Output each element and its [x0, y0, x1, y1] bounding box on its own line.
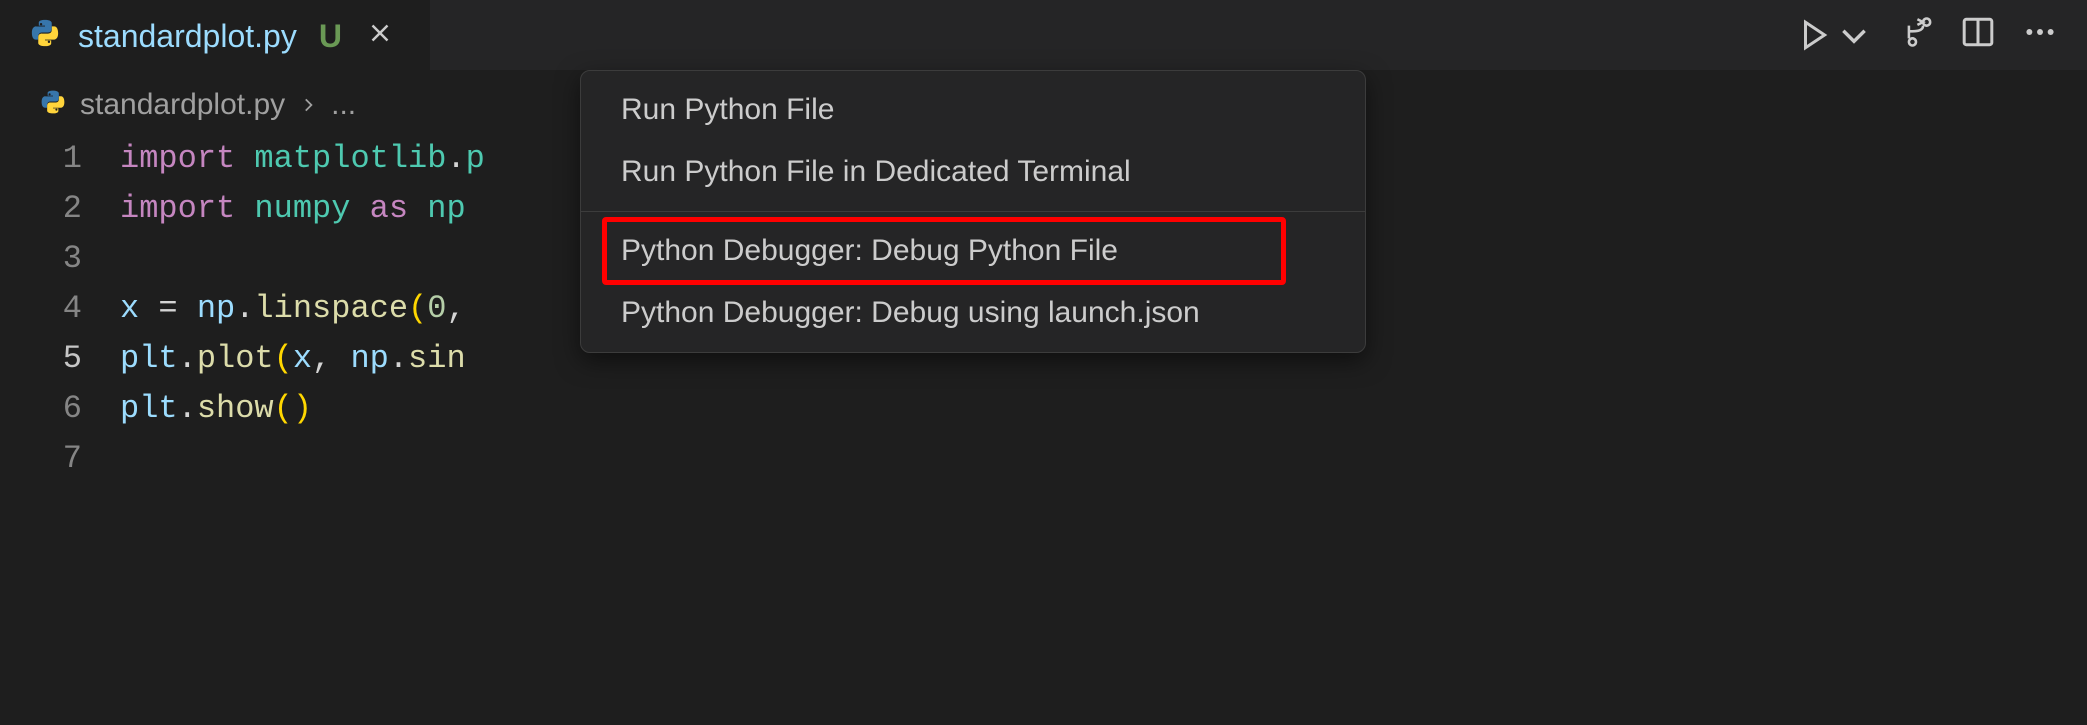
breadcrumb-symbol: ...: [331, 88, 356, 122]
line-number: 3: [0, 234, 82, 284]
play-icon: [1797, 18, 1831, 52]
line-number: 2: [0, 184, 82, 234]
run-button-group[interactable]: [1797, 18, 1871, 52]
tab-filename: standardplot.py: [78, 18, 297, 55]
menu-item[interactable]: Run Python File in Dedicated Terminal: [581, 141, 1365, 203]
python-file-icon: [40, 89, 66, 122]
run-dropdown-menu: Run Python FileRun Python File in Dedica…: [580, 70, 1366, 353]
breadcrumb-filename: standardplot.py: [80, 88, 285, 122]
more-actions-icon[interactable]: [2023, 15, 2057, 56]
line-number: 4: [0, 284, 82, 334]
chevron-down-icon: [1837, 18, 1871, 52]
editor-tab-bar: standardplot.py U: [0, 0, 2087, 70]
line-number: 1: [0, 134, 82, 184]
code-line: [120, 434, 2087, 484]
menu-item[interactable]: Python Debugger: Debug using launch.json: [581, 282, 1365, 344]
menu-item[interactable]: Python Debugger: Debug Python File: [581, 220, 1365, 282]
chevron-right-icon: [299, 88, 317, 122]
editor-tab[interactable]: standardplot.py U: [0, 0, 430, 70]
tab-modified-indicator: U: [319, 18, 342, 55]
line-number: 6: [0, 384, 82, 434]
editor-top-actions: [1797, 0, 2057, 70]
split-editor-icon[interactable]: [1961, 15, 1995, 56]
code-line: plt.show(): [120, 384, 2087, 434]
line-number: 7: [0, 434, 82, 484]
python-file-icon: [30, 18, 60, 55]
menu-separator: [581, 211, 1365, 212]
line-number-gutter: 1234567: [0, 134, 120, 484]
source-control-icon[interactable]: [1899, 15, 1933, 56]
menu-item[interactable]: Run Python File: [581, 79, 1365, 141]
close-tab-icon[interactable]: [368, 20, 392, 52]
line-number: 5: [0, 334, 82, 384]
